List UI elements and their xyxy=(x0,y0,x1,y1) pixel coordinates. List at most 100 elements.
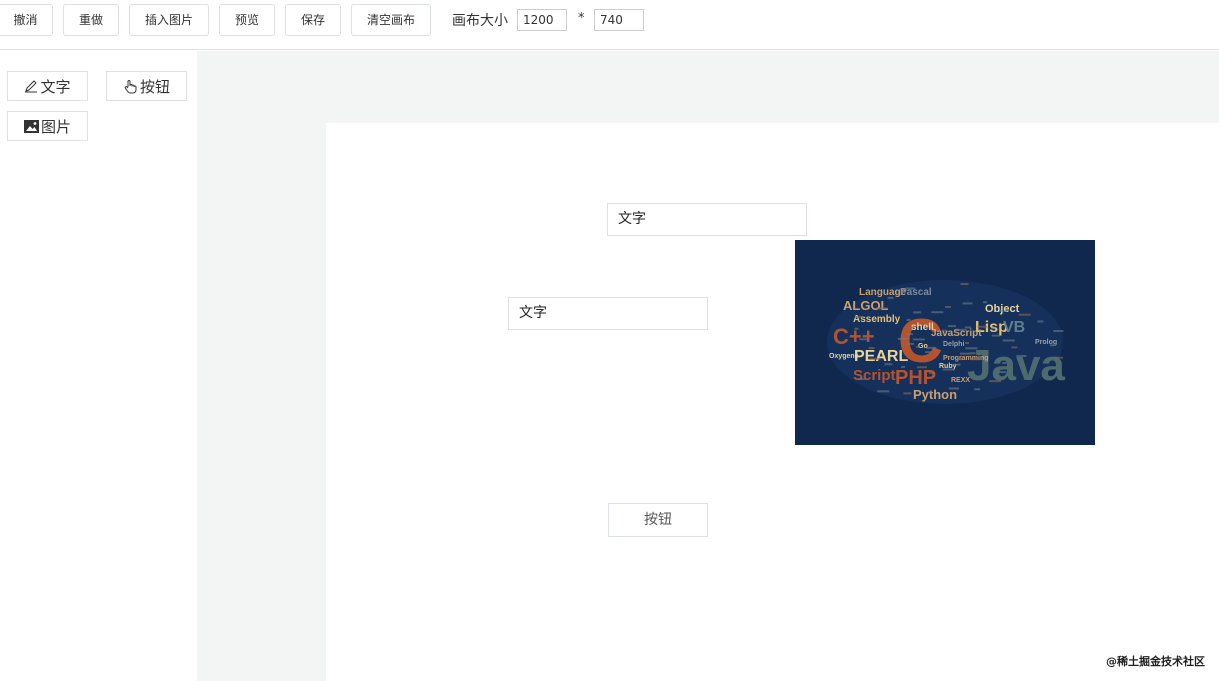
word-cloud-filler xyxy=(1002,339,1015,342)
word-cloud-filler xyxy=(969,352,976,355)
word-cloud-filler xyxy=(925,351,932,354)
word-cloud-filler xyxy=(906,342,915,345)
canvas-width-input[interactable] xyxy=(517,9,567,31)
word-cloud-filler xyxy=(905,287,916,290)
word-cloud-filler xyxy=(868,347,875,350)
word-cloud-word: Programming xyxy=(943,355,989,362)
image-component-button[interactable]: 图片 xyxy=(7,111,88,141)
word-cloud-filler xyxy=(998,371,1007,374)
word-cloud-filler xyxy=(964,326,971,329)
workspace: 文字 文字 Language Pascal ALGOL Assembly C C++ PEA… xyxy=(197,51,1219,681)
word-cloud-filler xyxy=(926,346,937,349)
word-cloud-filler xyxy=(959,352,970,355)
word-cloud-filler xyxy=(958,358,963,361)
canvas-image-element[interactable]: Language Pascal ALGOL Assembly C C++ PEARL PHP S… xyxy=(795,240,1095,445)
word-cloud-filler xyxy=(931,311,944,314)
button-component-label: 按钮 xyxy=(139,77,170,96)
pencil-icon xyxy=(25,80,38,93)
word-cloud-filler xyxy=(1018,313,1031,316)
word-cloud-word: VB xyxy=(1003,319,1025,336)
word-cloud-filler xyxy=(903,392,912,395)
word-cloud-filler xyxy=(945,306,951,308)
word-cloud-filler xyxy=(897,337,910,340)
canvas-button-element[interactable]: 按钮 xyxy=(608,503,708,537)
hand-pointer-icon xyxy=(124,79,137,93)
word-cloud-filler xyxy=(927,391,932,394)
canvas-height-input[interactable] xyxy=(594,9,644,31)
word-cloud-filler xyxy=(913,311,922,314)
word-cloud-filler xyxy=(969,358,980,361)
word-cloud-image: LanguagePascalALGOLAssemblyCC++PEARLPHPS… xyxy=(827,280,1065,404)
image-icon xyxy=(23,119,39,133)
word-cloud-filler xyxy=(884,363,893,366)
word-cloud-filler xyxy=(1053,329,1064,332)
word-cloud-word: ALGOL xyxy=(843,298,889,313)
word-cloud-word: Pascal xyxy=(900,287,932,298)
word-cloud-filler xyxy=(974,388,981,391)
word-cloud-filler xyxy=(912,338,925,341)
word-cloud-word: Oxygene xyxy=(829,353,859,360)
word-cloud-filler xyxy=(1011,346,1018,349)
word-cloud-filler xyxy=(962,302,973,305)
word-cloud-word: REXX xyxy=(951,377,970,384)
preview-button[interactable]: 预览 xyxy=(219,4,275,36)
undo-button[interactable]: 撤消 xyxy=(0,4,53,36)
word-cloud-filler xyxy=(942,368,955,371)
word-cloud-filler xyxy=(965,347,978,350)
word-cloud-filler xyxy=(1049,344,1054,347)
insert-image-button[interactable]: 插入图片 xyxy=(129,4,209,36)
word-cloud-word: PHP xyxy=(895,367,936,389)
word-cloud-filler xyxy=(904,326,915,329)
text-component-label: 文字 xyxy=(40,77,71,96)
word-cloud-filler xyxy=(859,338,870,341)
button-component-button[interactable]: 按钮 xyxy=(106,71,187,101)
save-button[interactable]: 保存 xyxy=(285,4,341,36)
word-cloud-filler xyxy=(965,342,969,344)
word-cloud-filler xyxy=(854,327,859,330)
redo-button[interactable]: 重做 xyxy=(63,4,119,36)
times-sign: * xyxy=(578,11,585,26)
word-cloud-filler xyxy=(941,329,946,332)
canvas-text-element[interactable]: 文字 xyxy=(607,203,807,236)
word-cloud-word: C xyxy=(898,307,943,376)
word-cloud-filler xyxy=(916,345,921,348)
word-cloud-filler xyxy=(983,301,988,304)
word-cloud-filler xyxy=(1055,356,1064,359)
text-component-button[interactable]: 文字 xyxy=(7,71,88,101)
word-cloud-filler xyxy=(1016,354,1027,357)
word-cloud-filler xyxy=(991,334,1000,337)
word-cloud-filler xyxy=(960,283,969,286)
word-cloud-word: PEARL xyxy=(854,348,908,365)
toolbar: 撤消 重做 插入图片 预览 保存 清空画布 画布大小 * xyxy=(0,0,1219,50)
word-cloud-filler xyxy=(877,390,890,393)
component-sidebar: 文字 按钮 图片 xyxy=(0,51,197,681)
image-component-label: 图片 xyxy=(40,117,71,136)
word-cloud-word: Delphi xyxy=(943,341,964,348)
word-cloud-filler xyxy=(954,328,967,331)
word-cloud-word: Script xyxy=(853,367,896,384)
word-cloud-filler xyxy=(868,357,881,360)
word-cloud-filler xyxy=(875,307,888,310)
design-canvas[interactable]: 文字 文字 Language Pascal ALGOL Assembly C C++ PEA… xyxy=(326,123,1219,681)
word-cloud-filler xyxy=(887,296,894,299)
word-cloud-filler xyxy=(947,325,956,328)
word-cloud-filler xyxy=(859,377,866,380)
word-cloud-word: Object xyxy=(985,303,1020,315)
word-cloud-filler xyxy=(952,363,961,366)
word-cloud-filler xyxy=(854,316,863,318)
word-cloud-filler xyxy=(917,366,927,369)
word-cloud-filler xyxy=(948,387,959,390)
canvas-size-label: 画布大小 xyxy=(452,13,508,29)
word-cloud-filler xyxy=(1002,362,1007,365)
word-cloud-filler xyxy=(989,380,1001,383)
word-cloud-filler xyxy=(998,309,1007,312)
watermark: @稀土掘金技术社区 xyxy=(1106,655,1205,668)
word-cloud-word: C++ xyxy=(833,324,875,349)
clear-canvas-button[interactable]: 清空画布 xyxy=(351,4,431,36)
word-cloud-filler xyxy=(901,365,906,368)
canvas-text-element[interactable]: 文字 xyxy=(508,297,708,330)
word-cloud-filler xyxy=(991,327,996,330)
word-cloud-filler xyxy=(928,371,935,374)
word-cloud-filler xyxy=(977,325,988,328)
word-cloud-filler xyxy=(1037,320,1044,323)
